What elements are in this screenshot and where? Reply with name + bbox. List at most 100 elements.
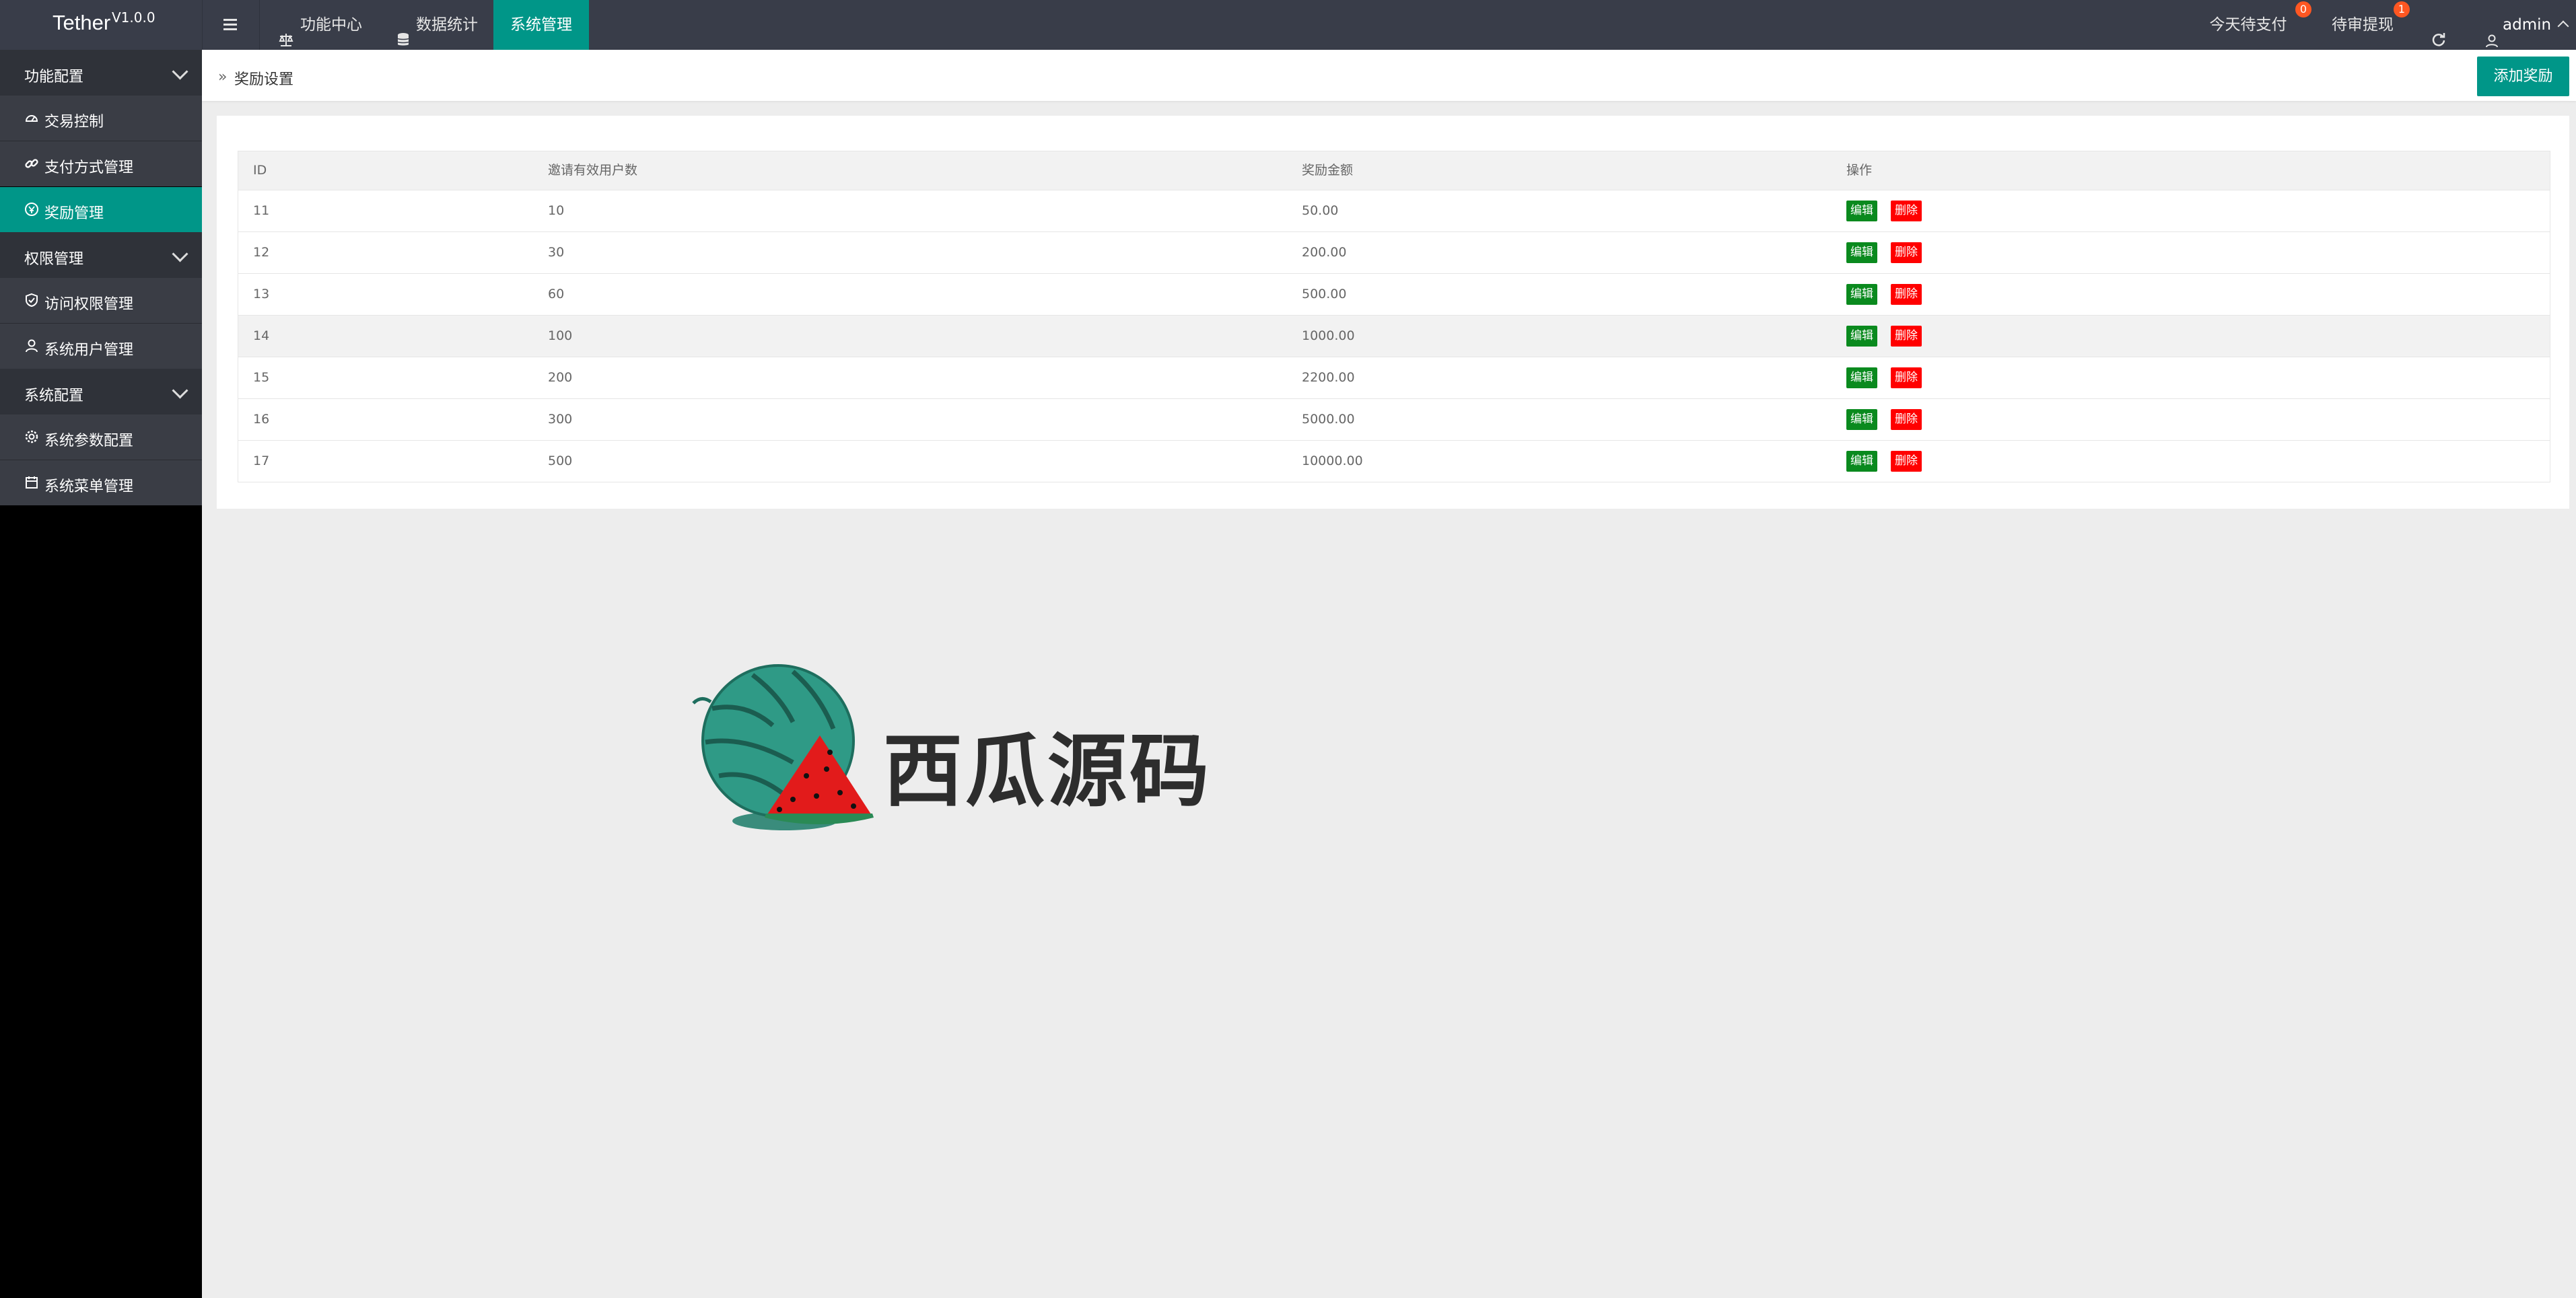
table-row: 12 30 200.00 编辑 删除 bbox=[238, 232, 2550, 274]
cell-reward-amount: 5000.00 bbox=[1302, 412, 1355, 427]
refresh-icon bbox=[2431, 17, 2446, 46]
sidebar-item-payment-methods[interactable]: 支付方式管理 bbox=[0, 141, 202, 186]
table-row: 16 300 5000.00 编辑 删除 bbox=[238, 399, 2550, 441]
delete-button[interactable]: 删除 bbox=[1891, 284, 1922, 305]
user-icon bbox=[24, 338, 39, 353]
cell-invited-users: 200 bbox=[548, 370, 573, 385]
sidebar: 功能配置 交易控制 支付方式管理 奖励管理 权限管理 访问权限管理 系统用户管理… bbox=[0, 50, 202, 1298]
edit-button[interactable]: 编辑 bbox=[1846, 451, 1877, 472]
menu-toggle-button[interactable] bbox=[202, 0, 260, 50]
chevron-down-icon bbox=[172, 382, 188, 399]
chevron-up-icon bbox=[2557, 20, 2569, 32]
sidebar-item-label: 系统用户管理 bbox=[44, 342, 134, 359]
cell-id: 15 bbox=[253, 370, 270, 385]
sidebar-item-trade-control[interactable]: 交易控制 bbox=[0, 96, 202, 141]
pending-withdraw-label: 待审提现 bbox=[2332, 16, 2394, 34]
sidebar-item-system-params[interactable]: 系统参数配置 bbox=[0, 414, 202, 460]
table-row: 14 100 1000.00 编辑 删除 bbox=[238, 316, 2550, 357]
reward-icon bbox=[24, 202, 39, 217]
pending-payment-label: 今天待支付 bbox=[2209, 16, 2287, 34]
edit-button[interactable]: 编辑 bbox=[1846, 326, 1877, 347]
edit-button[interactable]: 编辑 bbox=[1846, 284, 1877, 305]
cell-id: 12 bbox=[253, 245, 270, 260]
sidebar-item-label: 奖励管理 bbox=[44, 205, 104, 222]
gear-icon bbox=[24, 429, 39, 444]
add-reward-button[interactable]: 添加奖励 bbox=[2477, 57, 2569, 96]
cell-reward-amount: 10000.00 bbox=[1302, 454, 1363, 468]
cell-invited-users: 10 bbox=[548, 203, 565, 218]
cell-reward-amount: 50.00 bbox=[1302, 203, 1339, 218]
edit-button[interactable]: 编辑 bbox=[1846, 201, 1877, 221]
breadcrumb: » 奖励设置 bbox=[202, 50, 2576, 101]
dashboard-icon bbox=[24, 110, 39, 125]
sidebar-item-label: 系统参数配置 bbox=[44, 433, 134, 449]
delete-button[interactable]: 删除 bbox=[1891, 451, 1922, 472]
app-version: V1.0.0 bbox=[112, 9, 155, 26]
pending-withdraw-link[interactable]: 待审提现 bbox=[2322, 0, 2403, 50]
sidebar-item-label: 系统菜单管理 bbox=[44, 478, 134, 495]
table-header: ID 邀请有效用户数 奖励金额 操作 bbox=[238, 151, 2550, 190]
top-nav-label: 功能中心 bbox=[300, 16, 362, 34]
delete-button[interactable]: 删除 bbox=[1891, 326, 1922, 347]
top-nav-label: 系统管理 bbox=[510, 16, 572, 34]
sidebar-item-label: 交易控制 bbox=[44, 114, 104, 131]
cell-reward-amount: 1000.00 bbox=[1302, 328, 1355, 343]
hamburger-icon bbox=[223, 19, 237, 31]
top-nav-statistics[interactable]: 数据统计 bbox=[377, 0, 485, 50]
edit-button[interactable]: 编辑 bbox=[1846, 367, 1877, 388]
top-nav-label: 数据统计 bbox=[416, 16, 478, 34]
shield-check-icon bbox=[24, 293, 39, 308]
column-header-reward-amount: 奖励金额 bbox=[1302, 163, 1354, 178]
logo: Tether V1.0.0 bbox=[0, 0, 202, 50]
sidebar-item-system-menus[interactable]: 系统菜单管理 bbox=[0, 460, 202, 505]
top-nav-function-center[interactable]: 功能中心 bbox=[260, 0, 368, 50]
link-icon bbox=[24, 156, 39, 171]
cell-id: 11 bbox=[253, 203, 270, 218]
sidebar-group-system-config[interactable]: 系统配置 bbox=[0, 369, 202, 414]
breadcrumb-current: 奖励设置 bbox=[234, 71, 294, 88]
sidebar-item-system-users[interactable]: 系统用户管理 bbox=[0, 324, 202, 369]
cell-id: 17 bbox=[253, 454, 270, 468]
user-menu[interactable]: admin bbox=[2477, 0, 2576, 50]
top-nav-system-management[interactable]: 系统管理 bbox=[493, 0, 589, 50]
cell-invited-users: 100 bbox=[548, 328, 573, 343]
delete-button[interactable]: 删除 bbox=[1891, 409, 1922, 430]
pending-payment-count-badge: 0 bbox=[2295, 1, 2311, 17]
sidebar-group-label: 系统配置 bbox=[24, 388, 84, 404]
delete-button[interactable]: 删除 bbox=[1891, 367, 1922, 388]
cell-invited-users: 60 bbox=[548, 287, 565, 301]
delete-button[interactable]: 删除 bbox=[1891, 201, 1922, 221]
sidebar-group-permission[interactable]: 权限管理 bbox=[0, 232, 202, 278]
delete-button[interactable]: 删除 bbox=[1891, 242, 1922, 263]
reward-table: ID 邀请有效用户数 奖励金额 操作 11 10 50.00 编辑 删除 12 … bbox=[238, 151, 2550, 482]
edit-button[interactable]: 编辑 bbox=[1846, 409, 1877, 430]
today-pending-payment-link[interactable]: 今天待支付 bbox=[2201, 0, 2295, 50]
sidebar-item-label: 支付方式管理 bbox=[44, 159, 134, 176]
sidebar-group-label: 权限管理 bbox=[24, 251, 84, 268]
pending-withdraw-count-badge: 1 bbox=[2394, 1, 2410, 17]
top-navbar: Tether V1.0.0 功能中心 数据统计 系统管理 今天待支付 0 待审提… bbox=[0, 0, 2576, 50]
sidebar-item-access-permission[interactable]: 访问权限管理 bbox=[0, 278, 202, 323]
calendar-icon bbox=[24, 475, 39, 490]
table-row: 17 500 10000.00 编辑 删除 bbox=[238, 441, 2550, 482]
sidebar-group-label: 功能配置 bbox=[24, 69, 84, 85]
column-header-id: ID bbox=[253, 163, 267, 178]
cell-invited-users: 500 bbox=[548, 454, 573, 468]
sidebar-item-label: 访问权限管理 bbox=[44, 296, 134, 313]
balance-icon bbox=[278, 17, 294, 46]
chevron-down-icon bbox=[172, 246, 188, 262]
watermelon-logo bbox=[692, 661, 874, 836]
database-icon bbox=[397, 17, 409, 46]
edit-button[interactable]: 编辑 bbox=[1846, 242, 1877, 263]
sidebar-item-reward-management[interactable]: 奖励管理 bbox=[0, 187, 202, 232]
table-row: 15 200 2200.00 编辑 删除 bbox=[238, 357, 2550, 399]
refresh-button[interactable] bbox=[2422, 0, 2454, 50]
sidebar-group-function-config[interactable]: 功能配置 bbox=[0, 50, 202, 96]
column-header-invited-users: 邀请有效用户数 bbox=[548, 163, 638, 178]
user-icon bbox=[2485, 18, 2499, 48]
app-name: Tether bbox=[53, 11, 111, 34]
table-row: 11 10 50.00 编辑 删除 bbox=[238, 190, 2550, 232]
cell-reward-amount: 500.00 bbox=[1302, 287, 1347, 301]
cell-id: 14 bbox=[253, 328, 270, 343]
cell-reward-amount: 2200.00 bbox=[1302, 370, 1355, 385]
